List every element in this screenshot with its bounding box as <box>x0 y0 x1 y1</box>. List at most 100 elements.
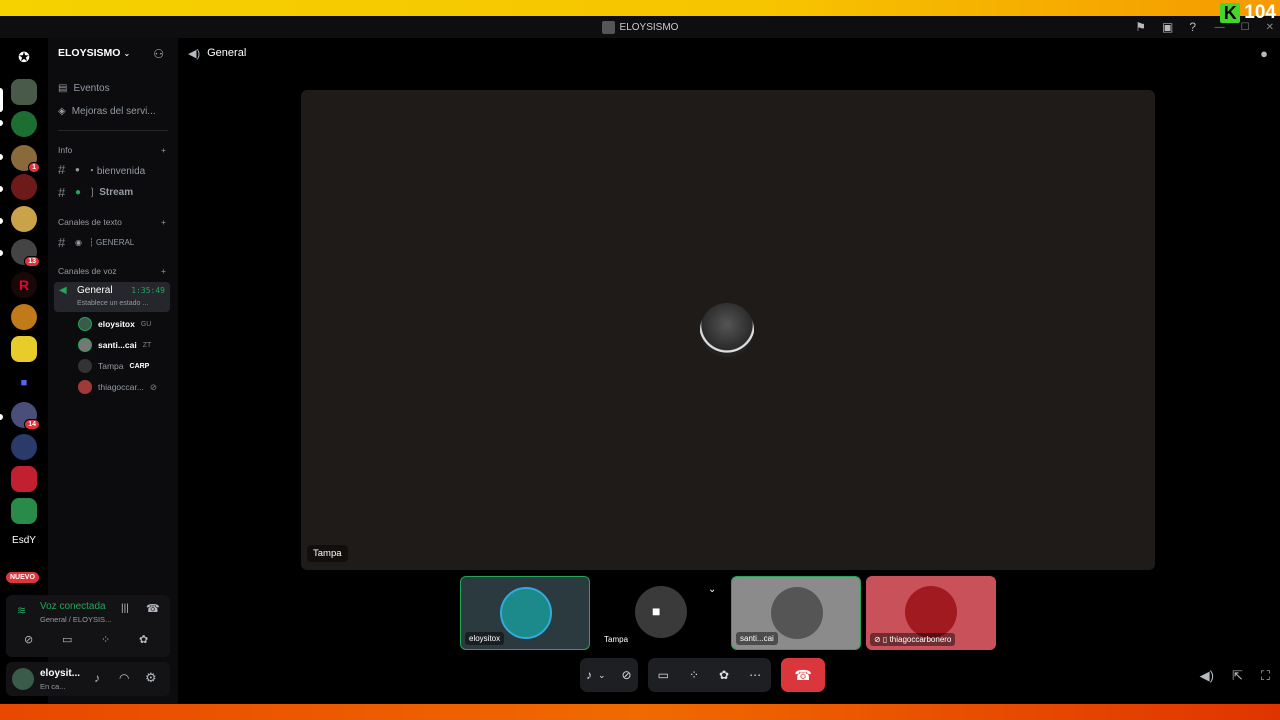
tile-name: ⊘ ▯ thiagoccarbonero <box>870 633 956 646</box>
popout-icon[interactable]: ⇱ <box>1232 668 1243 684</box>
voice-user-name: thiagoccar... <box>98 382 144 392</box>
kbadge-count: 104 <box>1244 2 1276 23</box>
mic-icon[interactable]: ♪ <box>586 668 592 682</box>
server-header[interactable]: ELOYSISMO ⌄ ⚇ <box>48 38 178 68</box>
server-icon[interactable]: R <box>11 272 37 298</box>
video-tile[interactable]: eloysitox <box>460 576 590 650</box>
server-icon[interactable] <box>11 498 37 524</box>
hangup-icon: ☎ <box>794 666 812 683</box>
channel-bienvenida[interactable]: # ● ・bienvenida <box>58 162 170 177</box>
channel-general-text[interactable]: # ◉ ┆ GENERAL <box>58 235 170 250</box>
collapse-chevron-icon[interactable]: ⌄ <box>708 584 716 595</box>
flag-icon[interactable]: ⚑ <box>1135 20 1146 34</box>
add-channel-icon[interactable]: + <box>161 145 166 155</box>
user-name: eloysit... <box>40 668 81 679</box>
camera-off-icon[interactable]: ⊘ <box>24 633 33 646</box>
channel-stream[interactable]: # ● ❳ Stream <box>58 185 170 200</box>
activities-icon[interactable]: ⁘ <box>689 668 699 682</box>
discord-home-icon[interactable]: ✪ <box>11 44 37 70</box>
server-text-icon[interactable]: EsdY <box>10 528 38 554</box>
server-icon[interactable]: 1 <box>11 145 40 173</box>
kbadge-letter: K <box>1220 3 1241 23</box>
avatar <box>771 587 823 639</box>
invite-icon[interactable]: ⚇ <box>153 47 164 61</box>
headphones-icon[interactable]: ◠ <box>119 671 129 685</box>
tile-name: santi...cai <box>736 632 778 645</box>
emoji-icon: ● <box>75 165 80 174</box>
screen-share-icon[interactable]: ▭ <box>62 633 72 646</box>
server-icon[interactable] <box>11 434 37 460</box>
server-icon[interactable]: 14 <box>11 402 40 430</box>
camera-off-icon[interactable]: ⊘ <box>622 668 632 682</box>
voice-user-tag: CARP <box>129 362 150 370</box>
avatar[interactable] <box>12 668 34 690</box>
server-icon-active[interactable] <box>11 79 37 105</box>
server-icon[interactable] <box>11 336 37 362</box>
voice-location[interactable]: General / ELOYSIS... <box>40 615 111 624</box>
video-tile[interactable]: ⊘ ▯ thiagoccarbonero <box>866 576 996 650</box>
boost-item[interactable]: ◈ Mejoras del servi... <box>58 106 156 117</box>
soundboard-icon[interactable]: ✿ <box>719 668 729 682</box>
voice-channel-general[interactable]: ◀ General 1:35:49 Establece un estado ..… <box>54 282 170 312</box>
server-icon[interactable] <box>11 111 37 137</box>
noise-suppression-icon[interactable]: ||| <box>121 603 129 614</box>
category-label: Canales de texto <box>58 217 122 227</box>
server-icon[interactable] <box>11 206 37 232</box>
mic-icon[interactable]: ♪ <box>94 671 100 685</box>
voice-user[interactable]: Tampa CARP <box>78 359 149 373</box>
category-text[interactable]: Canales de texto + <box>58 217 166 227</box>
category-info[interactable]: Info + <box>58 145 166 155</box>
mention-badge: 1 <box>28 162 40 173</box>
avatar <box>78 338 92 352</box>
chevron-down-icon: ⌄ <box>123 48 131 58</box>
speaker-icon: ◀) <box>188 47 201 60</box>
video-tile[interactable]: santi...cai <box>731 576 861 650</box>
server-icon[interactable] <box>11 304 37 330</box>
avatar <box>78 359 92 373</box>
server-icon[interactable]: 13 <box>11 239 40 267</box>
speaker-icon: ◀ <box>59 285 67 296</box>
avatar <box>905 586 957 638</box>
inbox-icon[interactable]: ▣ <box>1162 20 1173 34</box>
server-icon[interactable] <box>11 466 37 492</box>
mention-badge: 13 <box>24 256 40 267</box>
voice-user[interactable]: thiagoccar... ⊘ <box>78 380 157 394</box>
chevron-down-icon[interactable]: ⌄ <box>598 670 606 681</box>
hash-icon: # <box>58 162 66 177</box>
signal-icon: ≋ <box>17 605 27 617</box>
focused-video-tile[interactable]: Tampa <box>301 90 1155 570</box>
avatar <box>78 380 92 394</box>
disconnect-icon[interactable]: ☎ <box>146 602 160 615</box>
add-channel-icon[interactable]: + <box>161 266 166 276</box>
events-item[interactable]: ▤ Eventos <box>58 83 110 94</box>
folder-icon[interactable]: ■ <box>11 370 37 396</box>
voice-user-name: Tampa <box>98 361 124 371</box>
activities-icon[interactable]: ⁘ <box>101 633 110 646</box>
more-icon[interactable]: ⋯ <box>749 668 761 682</box>
disconnect-button[interactable]: ☎ <box>781 658 826 692</box>
hash-icon: # <box>58 235 66 250</box>
help-icon[interactable]: ? <box>1189 20 1196 34</box>
settings-gear-icon[interactable]: ⚙ <box>145 670 157 686</box>
top-stripe <box>0 0 1280 16</box>
voice-status: Establece un estado ... <box>77 300 149 307</box>
category-label: Canales de voz <box>58 266 117 276</box>
server-icon <box>601 20 615 34</box>
video-tile[interactable]: ■ Tampa ⌄ <box>596 576 726 650</box>
soundboard-icon[interactable]: ✿ <box>139 633 148 646</box>
status-dot-icon: ● <box>75 187 82 198</box>
add-channel-icon[interactable]: + <box>161 217 166 227</box>
fullscreen-icon[interactable]: ⛶ <box>1261 668 1270 684</box>
server-icon[interactable] <box>11 174 37 200</box>
voice-user[interactable]: eloysitox GU <box>78 317 151 331</box>
category-voice[interactable]: Canales de voz + <box>58 266 166 276</box>
activity-controls: ▭ ⁘ ✿ ⋯ <box>647 658 772 692</box>
voice-user[interactable]: santi...cai ZT <box>78 338 151 352</box>
chat-icon[interactable]: ● <box>1260 46 1268 61</box>
screen-share-icon[interactable]: ▭ <box>658 668 669 682</box>
title-bar: ELOYSISMO ⚑ ▣ ? — ☐ ✕ <box>0 16 1280 38</box>
speech-icon: ◉ <box>75 238 82 247</box>
mention-badge: 14 <box>24 419 40 430</box>
volume-icon[interactable]: ◀) <box>1200 668 1214 684</box>
boost-label: Mejoras del servi... <box>71 106 156 117</box>
